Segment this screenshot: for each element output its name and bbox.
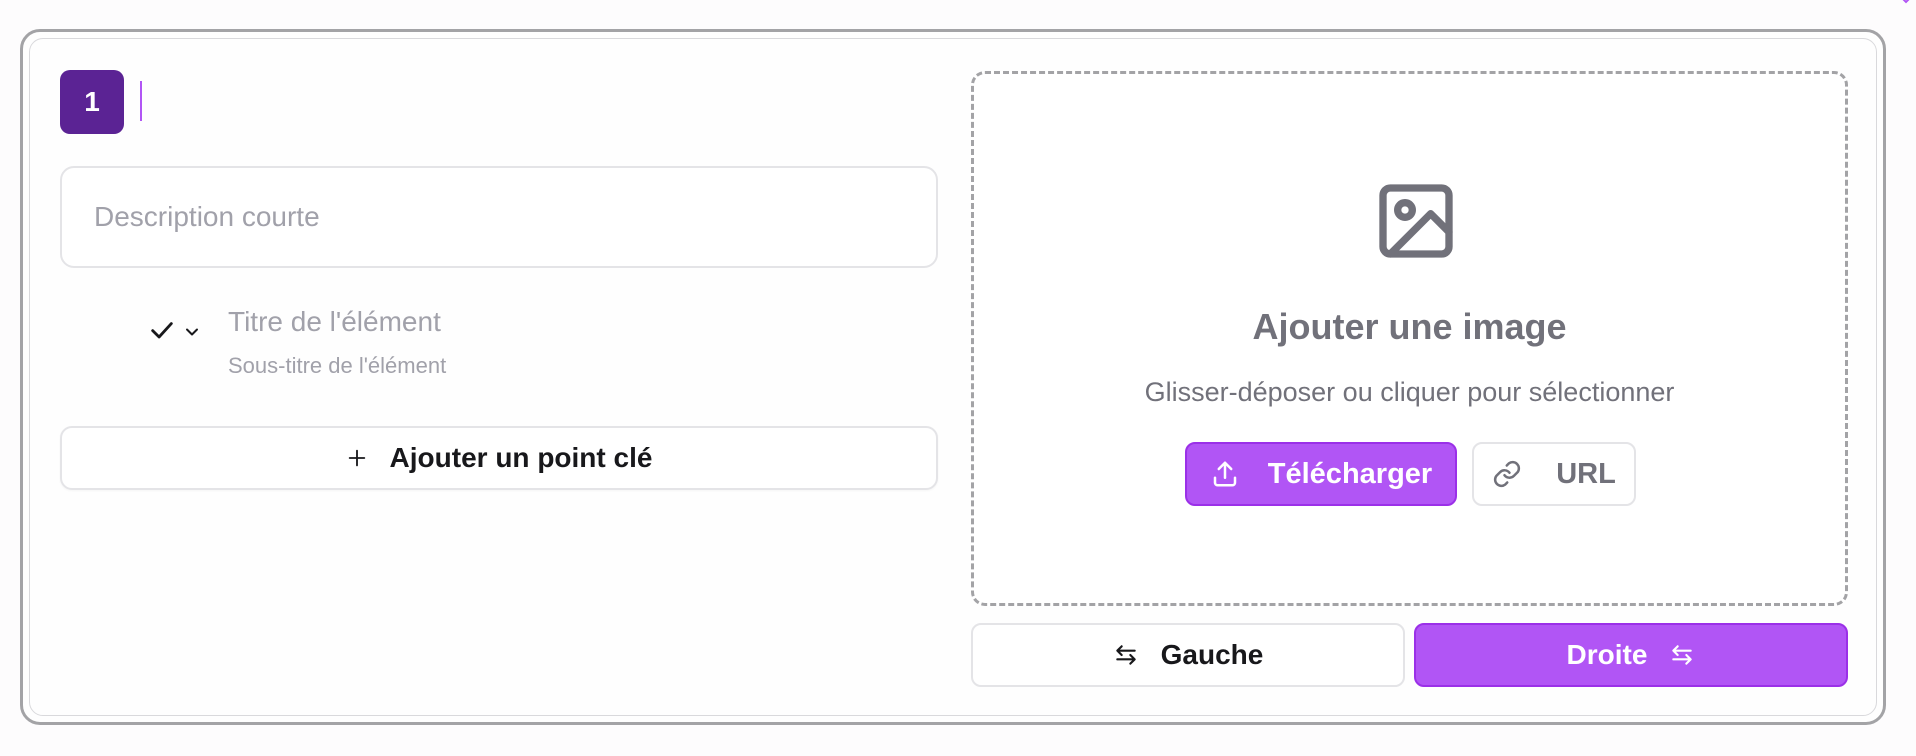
upload-icon [1213,461,1237,487]
dropzone-subtitle: Glisser-déposer ou cliquer pour sélectio… [1144,377,1675,407]
corner-chevron-icon [1902,0,1910,4]
chevron-down-icon[interactable] [182,322,202,342]
align-left-label: Gauche [1160,639,1264,670]
upload-button[interactable]: Télécharger [1185,442,1457,506]
url-button[interactable]: URL [1472,442,1636,506]
align-right-button[interactable]: Droite [1414,623,1848,687]
title-input-caret[interactable] [140,81,142,121]
swap-arrows-icon [1672,645,1693,665]
link-icon [1494,460,1521,488]
url-button-label: URL [1556,457,1616,490]
plus-icon [348,449,365,467]
swap-arrows-icon [1115,645,1136,665]
step-number-badge: 1 [60,70,124,134]
add-key-point-button[interactable]: Ajouter un point clé [60,426,938,490]
add-key-point-label: Ajouter un point clé [389,442,653,473]
align-left-button[interactable]: Gauche [971,623,1405,687]
image-dropzone[interactable]: Ajouter une image Glisser-déposer ou cli… [971,71,1848,606]
key-point-title[interactable]: Titre de l'élément [228,306,441,338]
image-icon [1379,184,1453,258]
upload-button-label: Télécharger [1267,457,1433,490]
key-point-subtitle[interactable]: Sous-titre de l'élément [228,353,446,379]
check-icon[interactable] [148,316,176,344]
dropzone-title: Ajouter une image [1252,306,1567,347]
description-input[interactable] [60,166,938,268]
align-right-label: Droite [1566,639,1648,670]
